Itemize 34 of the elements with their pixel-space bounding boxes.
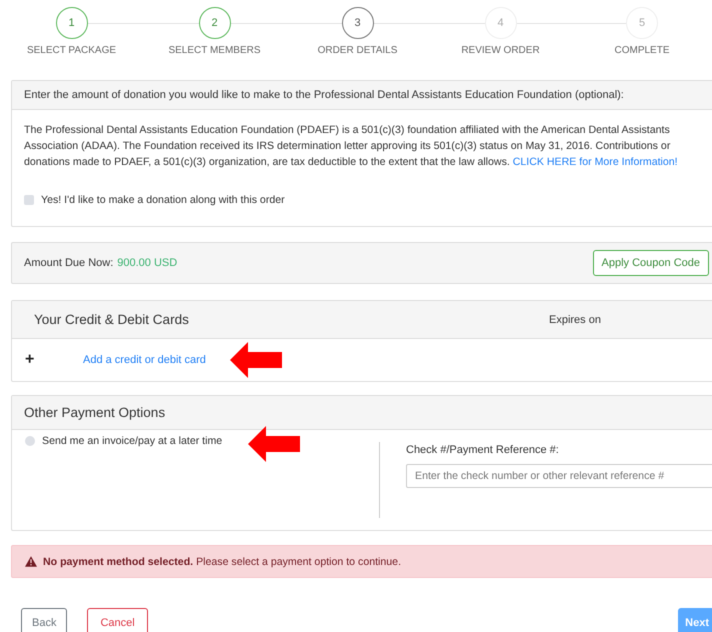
- step-label: REVIEW ORDER: [461, 45, 540, 56]
- donation-checkbox[interactable]: [24, 195, 34, 205]
- next-button[interactable]: Next: [678, 608, 712, 632]
- cancel-button[interactable]: Cancel: [87, 608, 148, 632]
- warning-icon: [25, 556, 37, 567]
- column-heading: Expires on: [549, 314, 601, 326]
- reference-label: Check #/Payment Reference #:: [406, 444, 560, 456]
- step-circle: 2: [198, 7, 230, 39]
- foundation-text: The Professional Dental Assistants Education Foundation (PDAEF) is a 501(c)(3) foundation affiliated with the American Dental Assistants Association (ADAA). The Foundation received its IRS determination letter approving its 501(c)(3) status on May 31, 2016. Contributions or donations made to PDAEF, a 501(c)(3) organization, are tax deductible to the extent that the law allows. CLICK HERE for More Information!: [24, 123, 679, 170]
- back-button[interactable]: Back: [21, 608, 68, 632]
- reference-field[interactable]: Enter the check number or other relevant reference #: [406, 464, 712, 488]
- step-circle: 5: [626, 7, 658, 39]
- panel-heading: Your Credit & Debit Cards: [34, 312, 190, 327]
- plus-icon[interactable]: +: [25, 351, 83, 369]
- step-circle: 1: [56, 7, 88, 39]
- radio-label: Send me an invoice/pay at a later time: [42, 435, 222, 447]
- step-circle: 4: [484, 7, 516, 39]
- checkbox-label: Yes! I'd like to make a donation along with this order: [41, 194, 285, 206]
- add-card-link[interactable]: Add a credit or debit card: [83, 354, 206, 366]
- coupon-button[interactable]: Apply Coupon Code: [592, 250, 709, 276]
- step-label: ORDER DETAILS: [318, 45, 398, 56]
- panel-heading: Other Payment Options: [12, 396, 712, 430]
- step-label: COMPLETE: [614, 45, 670, 56]
- step-label: SELECT PACKAGE: [26, 45, 116, 56]
- step-label: SELECT MEMBERS: [168, 45, 261, 56]
- panel-heading: Enter the amount of donation you would like to make to the Professional Dental Assistants Education Foundation (optional):: [12, 81, 712, 110]
- alert-message: No payment method selected. Please select a payment option to continue.: [43, 556, 402, 568]
- invoice-radio[interactable]: [25, 436, 35, 446]
- amount-label: Amount Due Now:: [24, 257, 114, 269]
- amount-value: 900.00 USD: [117, 257, 178, 269]
- arrow-icon: [230, 342, 282, 378]
- arrow-icon: [248, 426, 300, 462]
- more-info-link[interactable]: CLICK HERE for More Information!: [512, 156, 678, 168]
- step-circle: 3: [342, 7, 374, 39]
